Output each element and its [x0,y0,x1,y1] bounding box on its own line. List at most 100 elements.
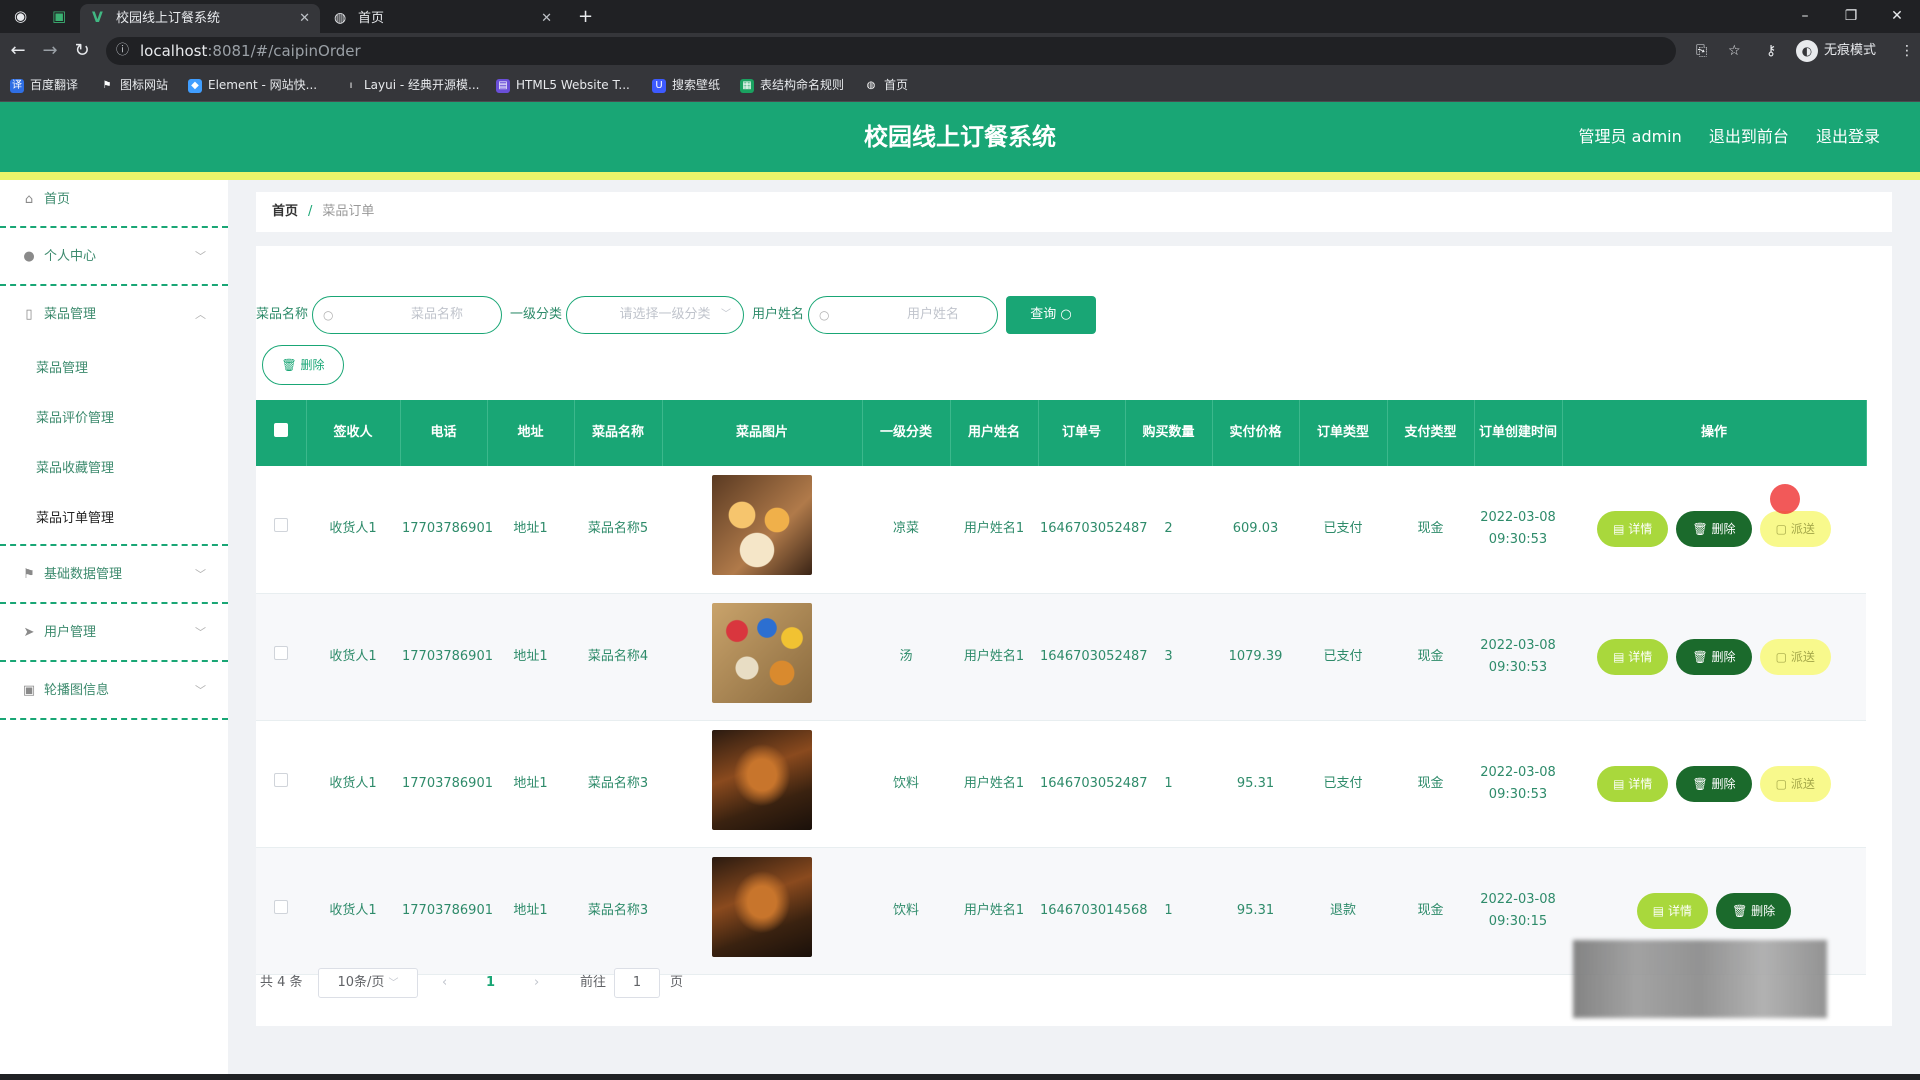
url-path: :8081/#/caipinOrder [207,42,361,60]
site-info-icon[interactable]: ⓘ [116,37,129,65]
user-cell: 用户姓名1 [950,720,1038,848]
price-cell: 609.03 [1212,466,1299,594]
order-type-cell: 已支付 [1299,720,1387,848]
reload-icon[interactable]: ↻ [68,33,96,69]
restore-icon[interactable]: ❐ [1828,0,1874,33]
prev-page-icon[interactable]: ‹ [442,968,447,998]
breadcrumb-home[interactable]: 首页 [272,204,298,219]
admin-label: 管理员 admin [1578,127,1682,146]
browser-tab[interactable]: ◍ 首页 ✕ [322,4,562,33]
select-all-checkbox[interactable] [273,422,288,437]
key-icon[interactable]: ⚷ [1766,33,1776,69]
submenu-item-dish[interactable]: 菜品管理 [0,344,228,394]
bookmark-item[interactable]: 译百度翻译 [10,69,78,102]
submenu-item-dish-review[interactable]: 菜品评价管理 [0,394,228,444]
sidebar-item-users[interactable]: ➤ 用户管理 ﹀ [0,604,228,662]
sidebar-item-label: 菜品管理 [44,307,97,322]
row-checkbox[interactable] [274,518,288,533]
category-select[interactable]: 请选择一级分类 ﹀ [566,296,744,334]
row-checkbox[interactable] [274,772,288,787]
dish-image [712,856,812,957]
bookmark-item[interactable]: ı Layui - 经典开源模... [344,69,480,102]
delete-button[interactable]: 🗑︎ 删除 [1676,638,1752,675]
sidebar-item-carousel[interactable]: ▣ 轮播图信息 ﹀ [0,662,228,720]
bookmark-item[interactable]: ◍ 首页 [864,69,908,102]
bookmark-item[interactable]: U 搜索壁纸 [652,69,720,102]
forward-icon[interactable]: → [36,33,64,69]
page-size-select[interactable]: 10条/页 ﹀ [318,968,418,998]
delete-button[interactable]: 🗑︎ 删除 [1676,765,1752,802]
translate-icon[interactable]: ⎘ [1696,33,1707,69]
url-host: localhost [140,42,208,60]
next-page-icon[interactable]: › [534,968,539,998]
dispatch-button[interactable]: ▢ 派送 [1759,765,1831,802]
bookmark-item[interactable]: ▤ HTML5 Website T... [496,69,630,102]
submenu-item-dish-favorite[interactable]: 菜品收藏管理 [0,444,228,494]
submenu-dish: 菜品管理 菜品评价管理 菜品收藏管理 菜品订单管理 [0,344,228,546]
minimize-icon[interactable]: – [1782,0,1828,33]
price-cell: 95.31 [1212,720,1299,848]
bookmark-item[interactable]: ▦ 表结构命名规则 [740,69,844,102]
tab-close-icon[interactable]: ✕ [541,4,552,33]
chrome-menu-icon[interactable]: ◉ [14,0,27,33]
query-button[interactable]: 查询 ○ [1006,296,1096,334]
new-tab-icon[interactable]: + [578,0,593,33]
category-cell: 汤 [862,593,950,721]
category-cell: 饮料 [862,720,950,848]
app-header: 校园线上订餐系统 管理员 admin 退出到前台 退出登录 [0,102,1920,172]
sidebar-item-home[interactable]: ⌂ 首页 [0,180,228,228]
logout-link[interactable]: 退出登录 [1816,127,1880,146]
url-input[interactable]: ⓘ localhost:8081/#/caipinOrder [106,37,1676,65]
pinned-tab-icon[interactable]: ▣ [52,0,66,33]
goto-page-input[interactable]: 1 [614,968,660,998]
chevron-down-icon: ﹀ [388,978,399,989]
address-cell: 地址1 [487,593,574,721]
column-header: 一级分类 [862,400,951,466]
back-icon[interactable]: ← [4,33,32,69]
submenu-item-dish-order[interactable]: 菜品订单管理 [0,494,228,544]
created-cell: 2022-03-08 09:30:53 [1474,466,1562,594]
tab-close-icon[interactable]: ✕ [299,4,310,33]
incognito-indicator[interactable]: ◐ 无痕模式 [1795,39,1876,63]
detail-button[interactable]: ▤ 详情 [1597,511,1669,548]
home-icon: ⌂ [24,192,34,207]
select-all-cell[interactable] [256,400,307,466]
user-name-label: 用户姓名 [752,307,805,322]
dish-image [712,729,812,830]
sidebar-item-dish-management[interactable]: ▯ 菜品管理 ︿ [0,286,228,344]
sidebar-item-profile[interactable]: ● 个人中心 ﹀ [0,228,228,286]
exit-to-front-link[interactable]: 退出到前台 [1709,127,1789,146]
detail-button[interactable]: ▤ 详情 [1597,638,1669,675]
dish-name-cell: 菜品名称4 [574,593,662,721]
close-window-icon[interactable]: ✕ [1874,0,1920,33]
user-name-input[interactable]: ○ 用户姓名 [808,296,998,334]
more-menu-icon[interactable]: ⋮ [1900,33,1914,69]
column-header: 操作 [1562,400,1867,466]
detail-button[interactable]: ▤ 详情 [1636,892,1708,929]
detail-button[interactable]: ▤ 详情 [1597,765,1669,802]
user-icon: ● [23,249,35,264]
dish-name-input[interactable]: ○ 菜品名称 [312,296,502,334]
row-checkbox[interactable] [274,645,288,660]
browser-tab-active[interactable]: V 校园线上订餐系统 ✕ [80,4,320,33]
delete-button[interactable]: 🗑︎ 删除 [1676,511,1752,548]
element-bookmark-icon: ◆ [188,79,202,93]
batch-delete-button[interactable]: 🗑︎ 删除 [262,345,344,385]
dish-name-label: 菜品名称 [256,307,309,322]
goto-label: 前往 [580,975,607,990]
order-no-cell: 1646703014568 [1038,847,1148,975]
bookmark-item[interactable]: ⚑ 图标网站 [100,69,169,102]
sidebar-item-basic-data[interactable]: ⚑ 基础数据管理 ﹀ [0,546,228,604]
dispatch-button[interactable]: ▢ 派送 [1759,511,1831,548]
current-page[interactable]: 1 [486,968,495,998]
row-checkbox[interactable] [274,899,288,914]
delete-button[interactable]: 🗑︎ 删除 [1716,892,1792,929]
address-cell: 地址1 [487,466,574,594]
bookmark-item[interactable]: ◆ Element - 网站快... [188,69,317,102]
phone-cell: 17703786901 [400,847,493,975]
sidebar-item-label: 首页 [44,192,71,207]
translate-bookmark-icon: 译 [10,79,24,93]
order-no-cell: 1646703052487 [1038,720,1148,848]
dispatch-button[interactable]: ▢ 派送 [1759,638,1831,675]
bookmark-star-icon[interactable]: ☆ [1728,33,1741,69]
